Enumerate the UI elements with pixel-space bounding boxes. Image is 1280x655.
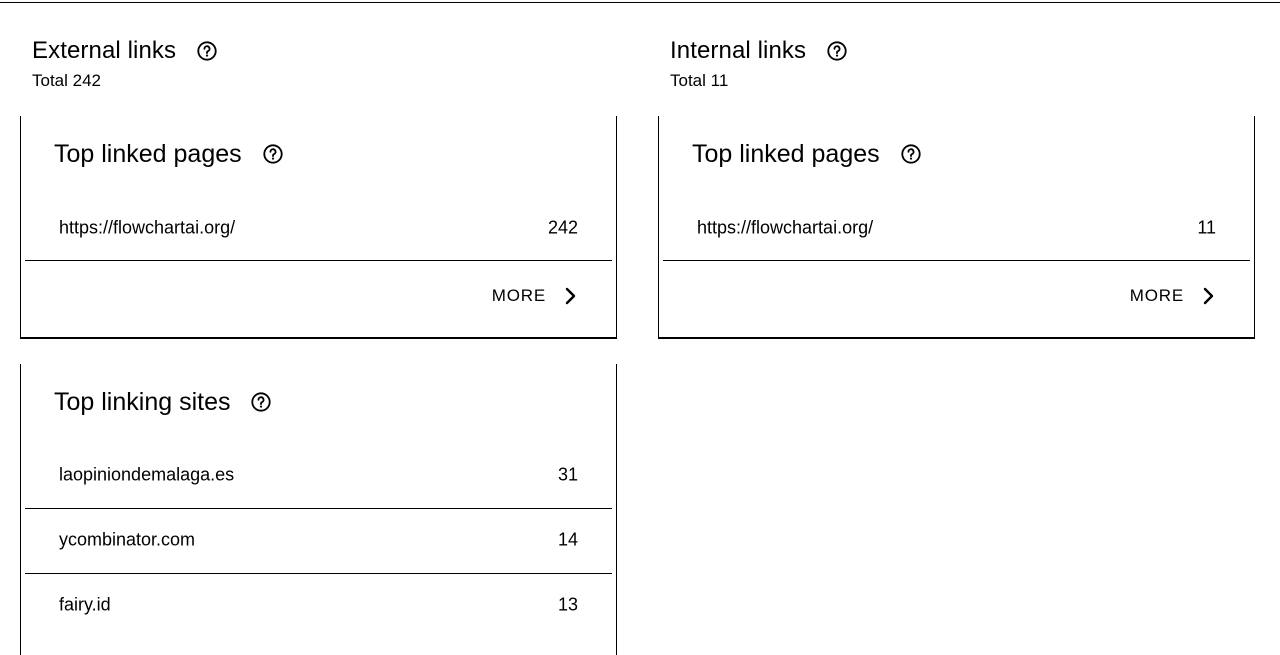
table-row[interactable]: https://flowchartai.org/ 11 <box>663 196 1250 260</box>
external-links-total: Total 242 <box>32 71 101 90</box>
external-top-linking-sites-card: Top linking sites laopiniondemalaga.es 3… <box>20 364 617 655</box>
table-row[interactable]: https://flowchartai.org/ 242 <box>25 196 612 260</box>
help-icon[interactable] <box>900 143 922 165</box>
link-count: 13 <box>557 594 578 615</box>
more-label: MORE <box>491 286 546 305</box>
top-divider <box>0 2 1280 3</box>
external-links-title: External links <box>32 37 177 64</box>
linking-site-domain: laopiniondemalaga.es <box>59 464 235 485</box>
external-links-header: External links Total 242 <box>32 36 218 91</box>
chevron-right-icon <box>562 287 578 305</box>
link-count: 31 <box>557 464 578 485</box>
link-count: 11 <box>1197 217 1216 238</box>
internal-links-total: Total 11 <box>670 71 729 90</box>
link-count: 242 <box>547 217 578 238</box>
more-button[interactable]: MORE <box>1130 286 1216 306</box>
table-row[interactable]: fairy.id 13 <box>25 573 612 637</box>
linked-page-url: https://flowchartai.org/ <box>697 217 874 238</box>
card-title: Top linking sites <box>54 387 231 416</box>
linking-site-domain: fairy.id <box>59 594 111 615</box>
more-button[interactable]: MORE <box>492 286 578 306</box>
help-icon[interactable] <box>196 40 218 62</box>
internal-links-title: Internal links <box>670 37 807 64</box>
help-icon[interactable] <box>262 143 284 165</box>
internal-links-header: Internal links Total 11 <box>670 36 848 91</box>
card-title: Top linked pages <box>54 139 242 168</box>
linked-page-url: https://flowchartai.org/ <box>59 217 236 238</box>
link-count: 14 <box>557 529 578 550</box>
linking-site-domain: ycombinator.com <box>59 529 196 550</box>
help-icon[interactable] <box>250 391 272 413</box>
more-label: MORE <box>1129 286 1184 305</box>
help-icon[interactable] <box>826 40 848 62</box>
table-row[interactable]: laopiniondemalaga.es 31 <box>25 443 612 507</box>
card-title: Top linked pages <box>692 139 880 168</box>
external-top-linked-pages-card: Top linked pages https://flowchartai.org… <box>20 116 617 339</box>
row-divider <box>25 260 612 261</box>
row-divider <box>663 260 1250 261</box>
internal-top-linked-pages-card: Top linked pages https://flowchartai.org… <box>658 116 1255 339</box>
table-row[interactable]: ycombinator.com 14 <box>25 508 612 572</box>
chevron-right-icon <box>1200 287 1216 305</box>
